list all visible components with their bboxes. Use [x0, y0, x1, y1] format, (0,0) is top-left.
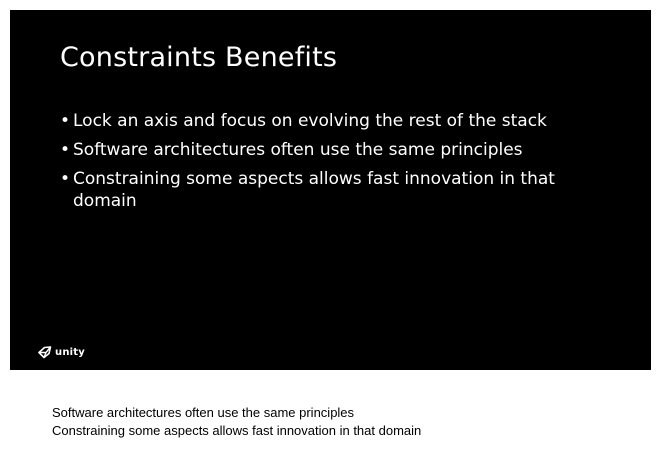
slide-title: Constraints Benefits — [60, 42, 338, 73]
bullet-item: • Constraining some aspects allows fast … — [60, 168, 580, 212]
bullet-text: Constraining some aspects allows fast in… — [73, 169, 555, 211]
bullet-text: Lock an axis and focus on evolving the r… — [73, 111, 547, 131]
slide-canvas: Constraints Benefits • Lock an axis and … — [10, 10, 651, 370]
bullet-item: • Software architectures often use the s… — [60, 139, 580, 161]
unity-logo-icon — [38, 346, 52, 359]
bullet-dot-icon: • — [60, 169, 71, 189]
bullet-dot-icon: • — [60, 140, 71, 160]
note-line: Software architectures often use the sam… — [52, 405, 355, 420]
bullet-item: • Lock an axis and focus on evolving the… — [60, 110, 580, 132]
unity-logo-text: unity — [55, 347, 85, 358]
bullet-text: Software architectures often use the sam… — [73, 140, 523, 160]
slide-page: Constraints Benefits • Lock an axis and … — [0, 0, 663, 452]
speaker-notes: Software architectures often use the sam… — [52, 404, 421, 440]
bullet-list: • Lock an axis and focus on evolving the… — [60, 110, 580, 219]
note-line: Constraining some aspects allows fast in… — [52, 423, 422, 438]
unity-logo: unity — [38, 346, 85, 359]
bullet-dot-icon: • — [60, 111, 71, 131]
